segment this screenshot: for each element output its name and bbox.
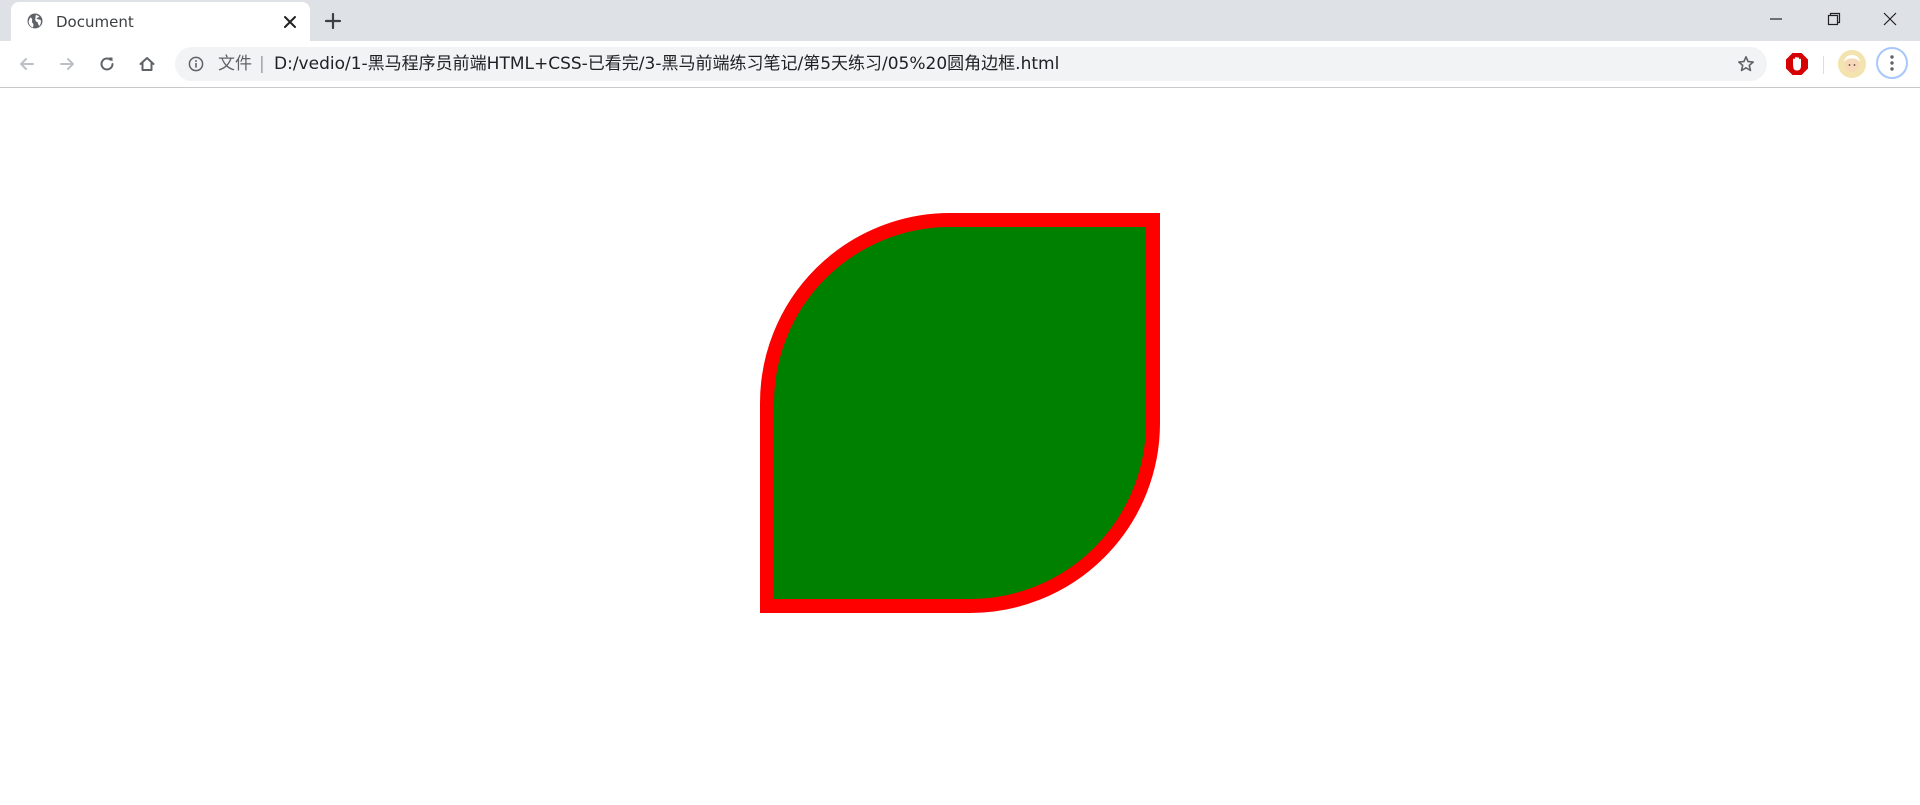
minimize-icon[interactable] <box>1748 0 1804 38</box>
browser-toolbar: 文件 | D:/vedio/1-黑马程序员前端HTML+CSS-已看完/3-黑马… <box>0 41 1920 88</box>
globe-icon <box>26 12 44 30</box>
url-text[interactable]: D:/vedio/1-黑马程序员前端HTML+CSS-已看完/3-黑马前端练习笔… <box>274 53 1059 75</box>
avatar-icon[interactable] <box>1838 50 1866 78</box>
browser-window: Document 文件 | D:/vedio/1-黑马程序员前端HTML+CSS… <box>0 0 1920 805</box>
more-vertical-icon[interactable] <box>1876 47 1908 79</box>
rounded-border-box <box>760 213 1160 613</box>
window-close-icon[interactable] <box>1862 0 1918 38</box>
home-icon <box>139 57 155 71</box>
arrow-right-icon <box>60 58 74 70</box>
home-button[interactable] <box>133 50 161 78</box>
reload-button[interactable] <box>93 50 121 78</box>
toolbar-divider <box>1823 56 1824 74</box>
arrow-left-icon <box>20 58 34 70</box>
reload-icon <box>100 57 114 71</box>
site-label: 文件 <box>218 54 252 74</box>
plus-icon[interactable] <box>322 10 344 32</box>
restore-icon[interactable] <box>1806 0 1862 38</box>
back-button[interactable] <box>13 50 41 78</box>
close-icon[interactable] <box>280 12 300 32</box>
site-separator: | <box>259 54 265 74</box>
tab-title: Document <box>56 13 134 31</box>
forward-button[interactable] <box>53 50 81 78</box>
tab-strip: Document <box>0 0 1920 41</box>
page-viewport <box>0 88 1920 805</box>
address-bar[interactable]: 文件 | D:/vedio/1-黑马程序员前端HTML+CSS-已看完/3-黑马… <box>175 47 1767 81</box>
info-icon[interactable] <box>188 56 204 72</box>
stop-hand-icon[interactable] <box>1784 51 1810 77</box>
star-icon[interactable] <box>1737 55 1755 73</box>
tab-document[interactable]: Document <box>11 2 310 41</box>
